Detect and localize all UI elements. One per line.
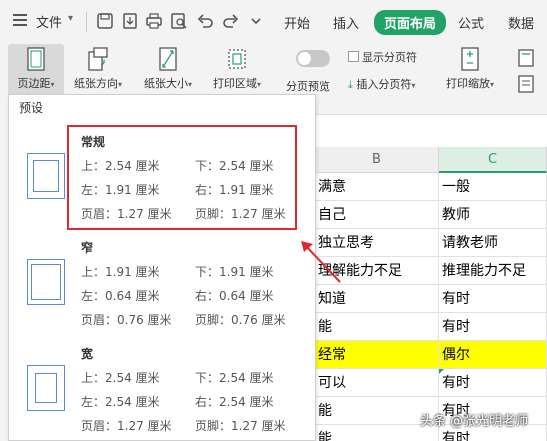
table-cell[interactable]: 有时 [439, 369, 547, 397]
table-cell[interactable]: 教师 [439, 201, 547, 229]
hamburger-icon[interactable] [13, 14, 27, 26]
tab-data[interactable]: 数据 [508, 13, 534, 32]
preset-name: 宽 [81, 347, 94, 361]
redo-icon[interactable] [222, 12, 240, 30]
print-scale-label: 打印缩放 [445, 77, 490, 90]
print-scale-button[interactable]: 打印缩放▾ [440, 44, 500, 96]
table-cell[interactable]: 一般 [439, 173, 547, 201]
table-cell[interactable]: 可以 [315, 369, 439, 397]
orientation-button[interactable]: 纸张方向▾ [66, 44, 130, 96]
presets-title: 预设 [19, 101, 44, 115]
annotation-arrow [301, 241, 341, 283]
insert-page-break-icon: ⤓ [348, 78, 353, 91]
column-header-b[interactable]: B [315, 147, 439, 173]
export-pdf-icon[interactable] [121, 12, 139, 30]
preset-footer: 页脚：1.27 厘米 [195, 419, 286, 433]
show-page-breaks-checkbox[interactable]: 显示分页符 [348, 49, 417, 65]
tab-formulas[interactable]: 公式 [458, 13, 484, 32]
save-icon[interactable] [96, 12, 114, 30]
margins-icon [27, 47, 45, 71]
page-wide-icon [27, 365, 65, 411]
table-cell[interactable]: 知道 [315, 285, 439, 313]
customize-toolbar-icon[interactable] [247, 12, 265, 30]
paper-size-icon [159, 47, 177, 71]
preset-bottom: 下：1.91 厘米 [195, 265, 274, 279]
preset-name: 窄 [81, 241, 94, 255]
preset-left: 左：2.54 厘米 [81, 395, 160, 409]
print-area-icon [228, 49, 246, 69]
page-normal-icon [27, 153, 65, 199]
checkbox-box[interactable] [348, 51, 359, 62]
preset-wide[interactable]: 宽 上：2.54 厘米 下：2.54 厘米 左：2.54 厘米 右：2.54 厘… [9, 345, 315, 441]
tab-page-layout[interactable]: 页面布局 [374, 10, 447, 35]
insert-page-break-label: 插入分页符 [356, 78, 412, 91]
tab-insert[interactable]: 插入 [333, 13, 359, 32]
preset-footer: 页脚：0.76 厘米 [195, 313, 286, 327]
preset-bottom: 下：2.54 厘米 [195, 371, 274, 385]
page-setup-icon[interactable] [516, 74, 536, 94]
formula-bar-area [315, 96, 547, 115]
margins-label: 页边距 [17, 77, 51, 90]
divider [86, 12, 87, 32]
preset-header: 页眉：1.27 厘米 [81, 419, 172, 433]
highlight-box [67, 125, 297, 230]
preset-narrow[interactable]: 窄 上：1.91 厘米 下：1.91 厘米 左：0.64 厘米 右：0.64 厘… [9, 239, 315, 339]
table-cell[interactable]: 经常 [315, 341, 439, 369]
print-area-label: 打印区域 [212, 77, 257, 90]
preset-top: 上：1.91 厘米 [81, 265, 160, 279]
preset-right: 右：2.54 厘米 [195, 395, 274, 409]
show-page-breaks-label: 显示分页符 [362, 51, 417, 64]
page-break-preview-label[interactable]: 分页预览 [286, 78, 330, 94]
tab-home[interactable]: 开始 [284, 13, 310, 32]
table-cell[interactable]: 满意 [315, 173, 439, 201]
table-cell[interactable]: 推理能力不足 [439, 257, 547, 285]
preset-right: 右：0.64 厘米 [195, 289, 274, 303]
table-cell[interactable]: 能 [315, 313, 439, 341]
paper-size-button[interactable]: 纸张大小▾ [136, 44, 200, 96]
watermark: 头条 @张光明老师 [420, 414, 529, 429]
table-cell[interactable]: 自己 [315, 201, 439, 229]
table-cell[interactable]: 偶尔 [439, 341, 547, 369]
margins-button[interactable]: 页边距▾ [8, 44, 64, 96]
print-icon[interactable] [145, 12, 163, 30]
print-scale-icon [461, 47, 479, 71]
page-narrow-icon [27, 259, 65, 305]
preset-top: 上：2.54 厘米 [81, 371, 160, 385]
chevron-down-icon[interactable]: ▾ [68, 13, 73, 24]
insert-page-break-button[interactable]: ⤓ 插入分页符▾ [348, 76, 415, 92]
paper-size-label: 纸张大小 [143, 77, 188, 90]
page-break-preview-toggle[interactable] [296, 50, 330, 67]
print-titles-icon[interactable] [516, 48, 536, 68]
column-header-c[interactable]: C [439, 147, 547, 173]
file-menu[interactable]: 文件 [36, 12, 62, 31]
table-cell[interactable]: 有时 [439, 313, 547, 341]
ribbon: 页边距▾ 纸张方向▾ 纸张大小▾ 打印区域▾ 分页预览 显示分页符 ⤓ 插入分页… [0, 44, 547, 96]
table-cell[interactable]: 请教老师 [439, 229, 547, 257]
orientation-icon [88, 47, 108, 71]
orientation-label: 纸张方向 [73, 77, 118, 90]
print-preview-icon[interactable] [170, 12, 188, 30]
undo-icon[interactable] [196, 12, 214, 30]
preset-left: 左：0.64 厘米 [81, 289, 160, 303]
table-cell[interactable]: 有时 [439, 285, 547, 313]
print-area-button[interactable]: 打印区域▾ [205, 44, 269, 96]
menu-bar: 文件 ▾ 开始 插入 页面布局 公式 数据 [0, 0, 547, 44]
preset-header: 页眉：0.76 厘米 [81, 313, 172, 327]
